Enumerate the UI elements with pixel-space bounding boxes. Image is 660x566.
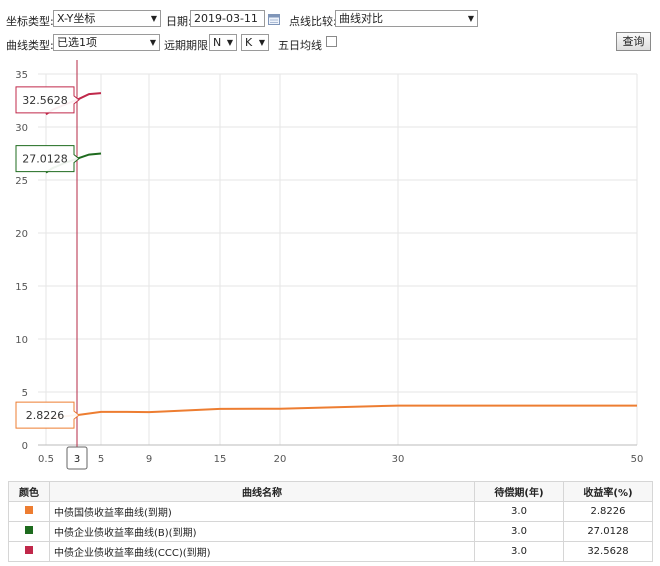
point-compare-label: 点线比较: (289, 15, 337, 28)
col-header-term: 待偿期(年) (474, 481, 564, 502)
col-header-yield: 收益率(%) (563, 481, 653, 502)
y-tick-label: 20 (15, 229, 28, 240)
curve-type-value: 已选1项 (57, 36, 97, 49)
curve-name: 中债国债收益率曲线(到期) (49, 501, 475, 522)
five-day-avg-checkbox[interactable] (326, 36, 337, 47)
forward-n-value: N (213, 36, 222, 49)
x-tick-label: 9 (146, 454, 152, 465)
date-label: 日期: (166, 15, 192, 28)
value-tooltips: 2.8226 27.0128 32.5628 (15, 86, 80, 429)
yield-curve-chart: 0 5 10 15 20 25 30 35 0.5 5 9 15 20 30 50 3 2.8226 27.… (15, 60, 643, 470)
term-value: 3.0 (474, 521, 564, 542)
y-tick-label: 15 (15, 282, 28, 293)
point-compare-value: 曲线对比 (339, 12, 383, 25)
curve-name: 中债企业债收益率曲线(CCC)(到期) (49, 541, 475, 562)
curve-type-label: 曲线类型: (6, 39, 54, 52)
series-line (45, 404, 637, 420)
y-tick-label: 0 (22, 441, 28, 452)
color-cell (8, 541, 50, 562)
forward-k-value: K (245, 36, 253, 49)
point-compare-select[interactable]: 曲线对比 ▼ (335, 10, 478, 27)
term-value: 3.0 (474, 541, 564, 562)
table-header-row: 颜色 曲线名称 待偿期(年) 收益率(%) (8, 481, 653, 502)
y-tick-label: 30 (15, 123, 28, 134)
value-tooltip-text: 32.5628 (22, 94, 68, 107)
y-tick-label: 25 (15, 176, 28, 187)
color-cell (8, 521, 50, 542)
term-value: 3.0 (474, 501, 564, 522)
chevron-down-icon: ▼ (150, 14, 157, 23)
x-tick-label: 50 (631, 454, 644, 465)
y-tick-label: 10 (15, 335, 28, 346)
curve-type-select[interactable]: 已选1项 ▼ (53, 34, 160, 51)
coord-type-label: 坐标类型: (6, 15, 54, 28)
chevron-down-icon: ▼ (467, 14, 474, 23)
table-row: 中债企业债收益率曲线(CCC)(到期) 3.0 32.5628 (8, 541, 653, 562)
query-button[interactable]: 查询 (616, 32, 651, 51)
calendar-icon[interactable] (268, 14, 280, 25)
x-tick-label: 0.5 (38, 454, 54, 465)
x-tick-label: 5 (98, 454, 104, 465)
color-swatch (25, 526, 33, 534)
curve-table: 颜色 曲线名称 待偿期(年) 收益率(%) 中债国债收益率曲线(到期) 3.0 … (8, 481, 653, 562)
table-row: 中债国债收益率曲线(到期) 3.0 2.8226 (8, 501, 653, 522)
yield-value: 32.5628 (563, 541, 653, 562)
x-axis-labels: 0.5 5 9 15 20 30 50 (38, 454, 643, 465)
y-tick-label: 35 (15, 70, 28, 81)
forward-n-select[interactable]: N ▼ (209, 34, 237, 51)
yield-value: 2.8226 (563, 501, 653, 522)
y-tick-label: 5 (22, 388, 28, 399)
chart-grid (38, 73, 638, 446)
date-input[interactable]: 2019-03-11 (190, 10, 265, 27)
chevron-down-icon: ▼ (226, 38, 233, 47)
value-tooltip-text: 2.8226 (26, 409, 65, 422)
curve-name: 中债企业债收益率曲线(B)(到期) (49, 521, 475, 542)
crosshair-x-label: 3 (74, 454, 80, 465)
forward-term-label: 远期期限: (164, 39, 212, 52)
color-swatch (25, 546, 33, 554)
five-day-avg-label: 五日均线 (278, 39, 322, 52)
yield-value: 27.0128 (563, 521, 653, 542)
coord-type-select[interactable]: X-Y坐标 ▼ (53, 10, 161, 27)
series-lines (45, 92, 637, 420)
x-tick-label: 20 (274, 454, 287, 465)
table-row: 中债企业债收益率曲线(B)(到期) 3.0 27.0128 (8, 521, 653, 542)
col-header-name: 曲线名称 (49, 481, 475, 502)
date-value: 2019-03-11 (194, 12, 258, 25)
chevron-down-icon: ▼ (258, 38, 265, 47)
color-swatch (25, 506, 33, 514)
chevron-down-icon: ▼ (149, 38, 156, 47)
y-axis-labels: 0 5 10 15 20 25 30 35 (15, 70, 28, 452)
x-tick-label: 30 (392, 454, 405, 465)
value-tooltip-text: 27.0128 (22, 153, 68, 166)
forward-k-select[interactable]: K ▼ (241, 34, 269, 51)
col-header-color: 颜色 (8, 481, 50, 502)
x-tick-label: 15 (214, 454, 227, 465)
coord-type-value: X-Y坐标 (57, 12, 96, 25)
color-cell (8, 501, 50, 522)
